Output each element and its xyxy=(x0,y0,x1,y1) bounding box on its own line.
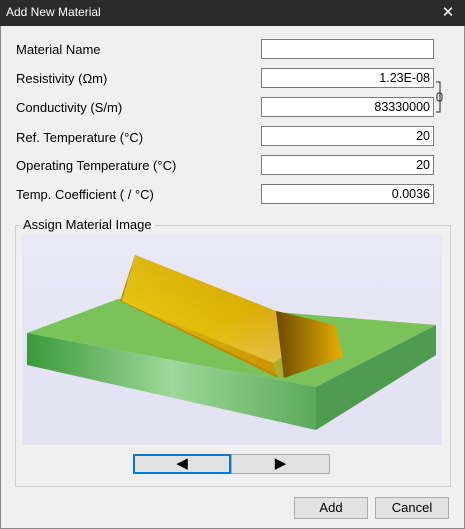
cancel-button[interactable]: Cancel xyxy=(375,497,449,519)
conductivity-input[interactable] xyxy=(261,97,434,117)
material-name-label: Material Name xyxy=(16,42,101,57)
right-arrow-icon: ▶ xyxy=(274,455,287,472)
title-bar: Add New Material ✕ xyxy=(0,0,465,26)
resistivity-label: Resistivity (Ωm) xyxy=(16,71,108,86)
link-icon[interactable] xyxy=(435,78,443,116)
ref-temperature-input[interactable] xyxy=(261,126,434,146)
close-icon[interactable]: ✕ xyxy=(431,0,465,26)
image-group-label: Assign Material Image xyxy=(20,217,155,232)
temp-coefficient-input[interactable] xyxy=(261,184,434,204)
conductivity-label: Conductivity (S/m) xyxy=(16,100,123,115)
operating-temperature-input[interactable] xyxy=(261,155,434,175)
left-arrow-icon: ◀ xyxy=(176,455,188,472)
resistivity-input[interactable] xyxy=(261,68,434,88)
next-image-button[interactable]: ▶ xyxy=(231,454,330,474)
window-title: Add New Material xyxy=(6,5,101,19)
ref-temperature-label: Ref. Temperature (°C) xyxy=(16,130,144,145)
prev-image-button[interactable]: ◀ xyxy=(133,454,231,474)
add-button[interactable]: Add xyxy=(294,497,368,519)
material-name-input[interactable] xyxy=(261,39,434,59)
operating-temperature-label: Operating Temperature (°C) xyxy=(16,158,177,173)
material-preview-image xyxy=(22,235,442,445)
temp-coefficient-label: Temp. Coefficient ( / °C) xyxy=(16,187,154,202)
